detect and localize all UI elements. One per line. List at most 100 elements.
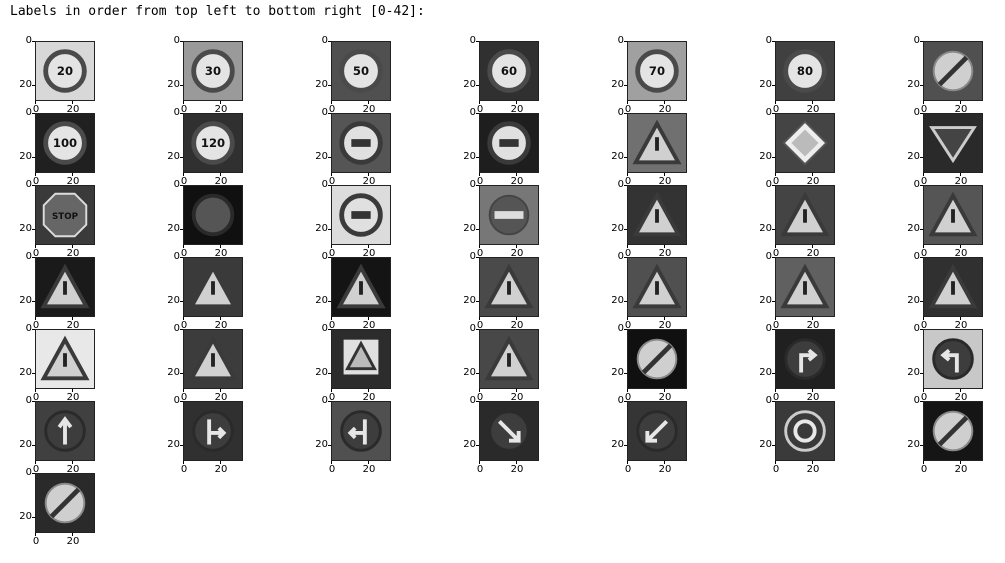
tick-mark bbox=[772, 373, 775, 374]
tick-mark bbox=[180, 185, 183, 186]
y-tick-label: 0 bbox=[173, 107, 180, 118]
tick-mark bbox=[32, 229, 35, 230]
tick-mark bbox=[32, 85, 35, 86]
speed-limit-100-icon: 100 bbox=[36, 114, 94, 172]
tick-mark bbox=[476, 257, 479, 258]
tick-mark bbox=[772, 329, 775, 330]
tick-mark bbox=[368, 317, 369, 320]
y-tick-label: 0 bbox=[321, 395, 328, 406]
sign-cell: 0 20 0 20 bbox=[740, 179, 870, 259]
tick-mark bbox=[516, 173, 517, 176]
tick-mark bbox=[35, 533, 36, 536]
tick-mark bbox=[32, 185, 35, 186]
sign-image bbox=[479, 329, 539, 389]
sign-cell: 100 0 20 0 20 bbox=[0, 107, 130, 187]
svg-text:100: 100 bbox=[53, 136, 77, 150]
tick-mark bbox=[32, 113, 35, 114]
sign-image bbox=[775, 113, 835, 173]
tick-mark bbox=[180, 445, 183, 446]
tick-mark bbox=[32, 41, 35, 42]
tick-mark bbox=[476, 85, 479, 86]
tick-mark bbox=[476, 113, 479, 114]
tick-mark bbox=[72, 461, 73, 464]
tick-mark bbox=[35, 461, 36, 464]
tick-mark bbox=[775, 461, 776, 464]
sign-cell: 0 20 0 20 bbox=[0, 251, 130, 331]
end-speed-limit-80-icon bbox=[924, 42, 982, 100]
tick-mark bbox=[479, 101, 480, 104]
end-no-passing-trucks-icon bbox=[36, 474, 94, 532]
y-tick-label: 0 bbox=[25, 323, 32, 334]
tick-mark bbox=[627, 317, 628, 320]
tick-mark bbox=[624, 401, 627, 402]
y-tick-label: 20 bbox=[907, 295, 920, 306]
y-tick-label: 20 bbox=[19, 367, 32, 378]
sign-cell: 0 20 0 20 bbox=[296, 395, 426, 475]
sign-cell: 0 20 0 20 bbox=[148, 179, 278, 259]
sign-cell: 0 20 0 20 bbox=[888, 323, 1005, 403]
tick-mark bbox=[812, 461, 813, 464]
tick-mark bbox=[180, 157, 183, 158]
no-passing-trucks-icon bbox=[480, 114, 538, 172]
y-tick-label: 20 bbox=[759, 151, 772, 162]
tick-mark bbox=[775, 317, 776, 320]
speed-limit-50-icon: 50 bbox=[332, 42, 390, 100]
sign-image bbox=[331, 401, 391, 461]
tick-mark bbox=[72, 245, 73, 248]
tick-mark bbox=[180, 373, 183, 374]
x-tick-label: 20 bbox=[806, 464, 820, 475]
tick-mark bbox=[772, 301, 775, 302]
sign-image bbox=[775, 401, 835, 461]
tick-mark bbox=[664, 389, 665, 392]
y-tick-label: 20 bbox=[463, 439, 476, 450]
no-vehicles-icon bbox=[184, 186, 242, 244]
tick-mark bbox=[331, 389, 332, 392]
tick-mark bbox=[812, 173, 813, 176]
sign-image bbox=[183, 329, 243, 389]
tick-mark bbox=[772, 257, 775, 258]
tick-mark bbox=[664, 173, 665, 176]
tick-mark bbox=[516, 317, 517, 320]
tick-mark bbox=[476, 229, 479, 230]
sign-cell: 30 0 20 0 20 bbox=[148, 35, 278, 115]
tick-mark bbox=[516, 101, 517, 104]
general-caution-icon bbox=[628, 186, 686, 244]
y-tick-label: 20 bbox=[759, 223, 772, 234]
bicycles-crossing-icon bbox=[184, 330, 242, 388]
keep-right-icon bbox=[480, 402, 538, 460]
sign-cell: 0 20 0 20 bbox=[888, 107, 1005, 187]
y-tick-label: 20 bbox=[19, 151, 32, 162]
sign-cell: 0 20 0 20 bbox=[148, 395, 278, 475]
tick-mark bbox=[775, 101, 776, 104]
sign-cell: 0 20 0 20 bbox=[0, 395, 130, 475]
sign-image bbox=[331, 113, 391, 173]
tick-mark bbox=[624, 329, 627, 330]
tick-mark bbox=[960, 461, 961, 464]
tick-mark bbox=[920, 401, 923, 402]
sign-cell: 0 20 0 20 bbox=[592, 251, 722, 331]
y-tick-label: 0 bbox=[765, 323, 772, 334]
tick-mark bbox=[331, 461, 332, 464]
y-tick-label: 0 bbox=[469, 179, 476, 190]
keep-left-icon bbox=[628, 402, 686, 460]
tick-mark bbox=[516, 389, 517, 392]
tick-mark bbox=[772, 229, 775, 230]
y-tick-label: 0 bbox=[913, 251, 920, 262]
y-tick-label: 20 bbox=[315, 439, 328, 450]
tick-mark bbox=[920, 113, 923, 114]
sign-image: 30 bbox=[183, 41, 243, 101]
tick-mark bbox=[516, 245, 517, 248]
sign-image: 120 bbox=[183, 113, 243, 173]
tick-mark bbox=[627, 173, 628, 176]
tick-mark bbox=[35, 173, 36, 176]
tick-mark bbox=[664, 101, 665, 104]
tick-mark bbox=[180, 401, 183, 402]
sign-cell: 0 20 0 20 bbox=[888, 179, 1005, 259]
tick-mark bbox=[920, 229, 923, 230]
tick-mark bbox=[220, 317, 221, 320]
svg-text:STOP: STOP bbox=[52, 212, 79, 222]
tick-mark bbox=[624, 113, 627, 114]
tick-mark bbox=[627, 389, 628, 392]
stop-icon: STOP bbox=[36, 186, 94, 244]
y-tick-label: 0 bbox=[617, 395, 624, 406]
